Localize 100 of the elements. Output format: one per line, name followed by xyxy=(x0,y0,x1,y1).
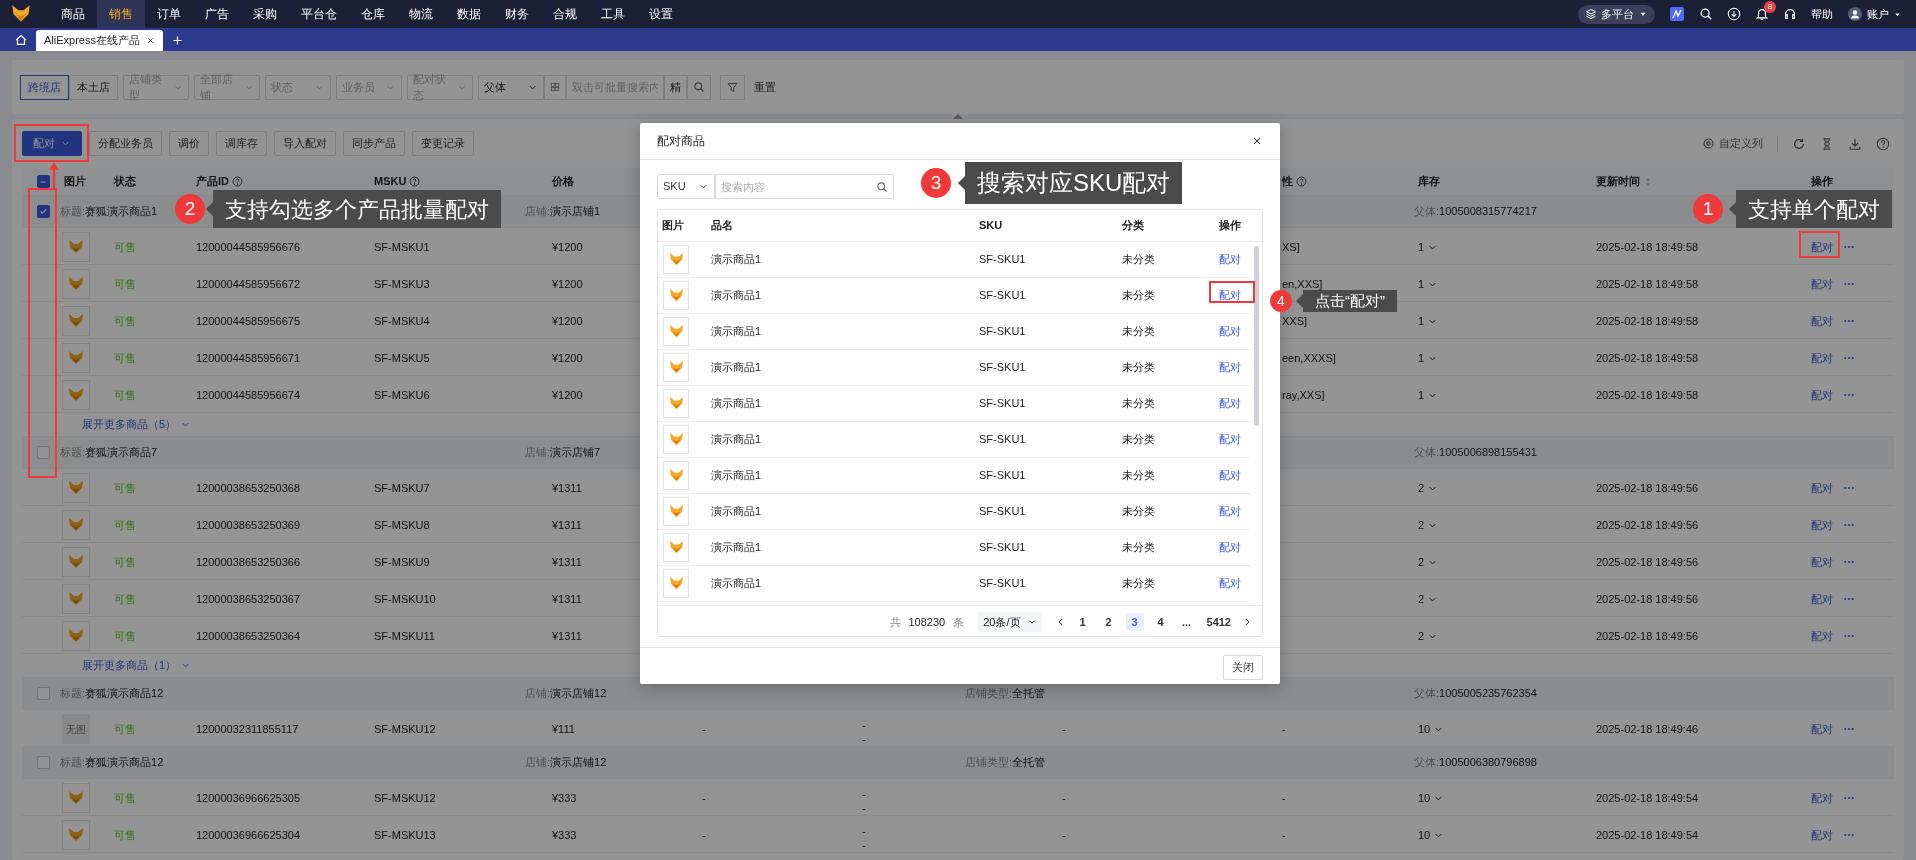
pair-link[interactable]: 配对 xyxy=(1219,575,1241,592)
help-link[interactable]: 帮助 xyxy=(1811,5,1833,23)
tab[interactable]: AliExpress在线产品 xyxy=(36,30,163,51)
account-menu[interactable]: 账户 xyxy=(1847,5,1902,23)
pair-link[interactable]: 配对 xyxy=(1219,251,1241,268)
nav-menu-item[interactable]: 工具 xyxy=(589,0,637,28)
segment-button[interactable]: 本土店 xyxy=(69,74,118,100)
pair-link[interactable]: 配对 xyxy=(1811,350,1833,367)
fox-logo-icon[interactable] xyxy=(10,4,32,24)
checkbox[interactable] xyxy=(36,175,50,188)
custom-columns-button[interactable]: 自定义列 xyxy=(1702,135,1763,152)
pair-dropdown-button[interactable]: 配对 xyxy=(22,131,82,156)
page-size-dropdown[interactable]: 20条/页 xyxy=(978,612,1042,632)
notification-badge: 8 xyxy=(1764,1,1776,13)
toolbar-button[interactable]: 变更记录 xyxy=(412,131,474,156)
pair-link[interactable]: 配对 xyxy=(1811,721,1833,738)
avatar-icon xyxy=(1847,6,1863,22)
search-button[interactable] xyxy=(687,74,711,100)
page-button[interactable]: 3 xyxy=(1125,613,1144,631)
nav-menu-item[interactable]: 平台仓 xyxy=(289,0,349,28)
pair-link[interactable]: 配对 xyxy=(1811,591,1833,608)
nav-menu-item[interactable]: 商品 xyxy=(49,0,97,28)
stock-value: 10 xyxy=(1418,722,1431,737)
sku-text: SF-SKU1 xyxy=(978,288,1027,303)
pair-link[interactable]: 配对 xyxy=(1811,517,1833,534)
search-type-dropdown[interactable]: 父体 xyxy=(478,74,544,100)
pair-link[interactable]: 配对 xyxy=(1811,790,1833,807)
pair-link[interactable]: 配对 xyxy=(1219,395,1241,412)
platform-dropdown[interactable]: 多平台 xyxy=(1578,4,1655,24)
pair-link[interactable]: 配对 xyxy=(1219,323,1241,340)
nav-menu-item[interactable]: 合规 xyxy=(541,0,589,28)
help-icon[interactable] xyxy=(232,176,243,187)
headset-icon[interactable] xyxy=(1783,7,1797,21)
toolbar-button[interactable]: 同步产品 xyxy=(343,131,405,156)
no-image-thumbnail: 无图 xyxy=(62,714,90,744)
segment-button[interactable]: 跨境店 xyxy=(20,74,69,100)
nav-menu-item[interactable]: 财务 xyxy=(493,0,541,28)
pair-link[interactable]: 配对 xyxy=(1811,239,1833,256)
nav-menu-item[interactable]: 设置 xyxy=(637,0,685,28)
filter-icon xyxy=(726,80,739,94)
toolbar-button[interactable]: 导入配对 xyxy=(274,131,336,156)
filter-button[interactable] xyxy=(720,74,745,100)
pair-link[interactable]: 配对 xyxy=(1219,359,1241,376)
page-button[interactable]: ... xyxy=(1177,613,1196,631)
help-icon[interactable] xyxy=(409,176,421,187)
pair-link[interactable]: 配对 xyxy=(1811,276,1833,293)
attribute-text: XS] xyxy=(1281,240,1301,255)
page-button[interactable]: 2 xyxy=(1099,613,1118,631)
pair-link[interactable]: 配对 xyxy=(1219,539,1241,556)
expand-more-link[interactable]: 展开更多商品（1） xyxy=(82,657,192,674)
batch-search-button[interactable] xyxy=(544,74,566,100)
close-icon[interactable] xyxy=(145,36,155,45)
table-cell-text: - - xyxy=(861,824,867,853)
bell-icon[interactable] xyxy=(1755,7,1769,21)
toolbar-button[interactable]: 分配业务员 xyxy=(89,131,162,156)
toolbar-button[interactable]: 调库存 xyxy=(216,131,267,156)
search-icon[interactable] xyxy=(1699,7,1713,21)
pair-link[interactable]: 配对 xyxy=(1811,480,1833,497)
close-icon[interactable] xyxy=(1251,135,1263,147)
msku-text: SF-MSKU3 xyxy=(373,277,431,292)
sku-text: SF-SKU1 xyxy=(978,396,1027,411)
nav-menu-item[interactable]: 数据 xyxy=(445,0,493,28)
checkbox[interactable] xyxy=(36,205,50,218)
nav-menu-item[interactable]: 订单 xyxy=(145,0,193,28)
pair-link[interactable]: 配对 xyxy=(1219,431,1241,448)
exact-match-toggle[interactable]: 精 xyxy=(664,74,687,100)
pair-link[interactable]: 配对 xyxy=(1811,554,1833,571)
pair-link[interactable]: 配对 xyxy=(1219,503,1241,520)
pair-link[interactable]: 配对 xyxy=(1811,628,1833,645)
refresh-icon[interactable] xyxy=(1792,136,1806,151)
page-button[interactable]: 1 xyxy=(1073,613,1092,631)
status-text: 可售 xyxy=(113,388,137,403)
pair-link[interactable]: 配对 xyxy=(1811,387,1833,404)
chevron-right-icon[interactable] xyxy=(1242,617,1252,627)
pair-link[interactable]: 配对 xyxy=(1811,313,1833,330)
pair-link[interactable]: 配对 xyxy=(1219,467,1241,484)
app-icon[interactable] xyxy=(1669,6,1685,22)
close-button[interactable]: 关闭 xyxy=(1223,655,1263,680)
expand-more-link[interactable]: 展开更多商品（5） xyxy=(82,416,192,433)
scrollbar-thumb[interactable] xyxy=(1254,246,1259,426)
help-icon[interactable] xyxy=(1876,136,1890,151)
price-text: ¥1311 xyxy=(551,518,583,533)
nav-menu-item[interactable]: 仓库 xyxy=(349,0,397,28)
search-type-dropdown[interactable]: SKU xyxy=(657,174,715,199)
nav-menu-item[interactable]: 广告 xyxy=(193,0,241,28)
product-id: 12000044585956676 xyxy=(195,240,301,255)
page-button[interactable]: 5412 xyxy=(1203,613,1234,631)
layers-icon xyxy=(1585,8,1597,20)
field-value: 演示店铺7 xyxy=(550,446,601,459)
pair-link[interactable]: 配对 xyxy=(1811,827,1833,844)
toolbar-button[interactable]: 调价 xyxy=(169,131,209,156)
status-text: 可售 xyxy=(113,518,137,533)
nav-menu-item[interactable]: 物流 xyxy=(397,0,445,28)
nav-menu-item[interactable]: 销售 xyxy=(97,0,145,28)
reset-link[interactable]: 重置 xyxy=(750,78,780,96)
total-label: 条 xyxy=(953,614,965,630)
page-button[interactable]: 4 xyxy=(1151,613,1170,631)
category-text: 未分类 xyxy=(1121,396,1156,411)
help-icon[interactable] xyxy=(1296,176,1307,187)
nav-menu-item[interactable]: 采购 xyxy=(241,0,289,28)
